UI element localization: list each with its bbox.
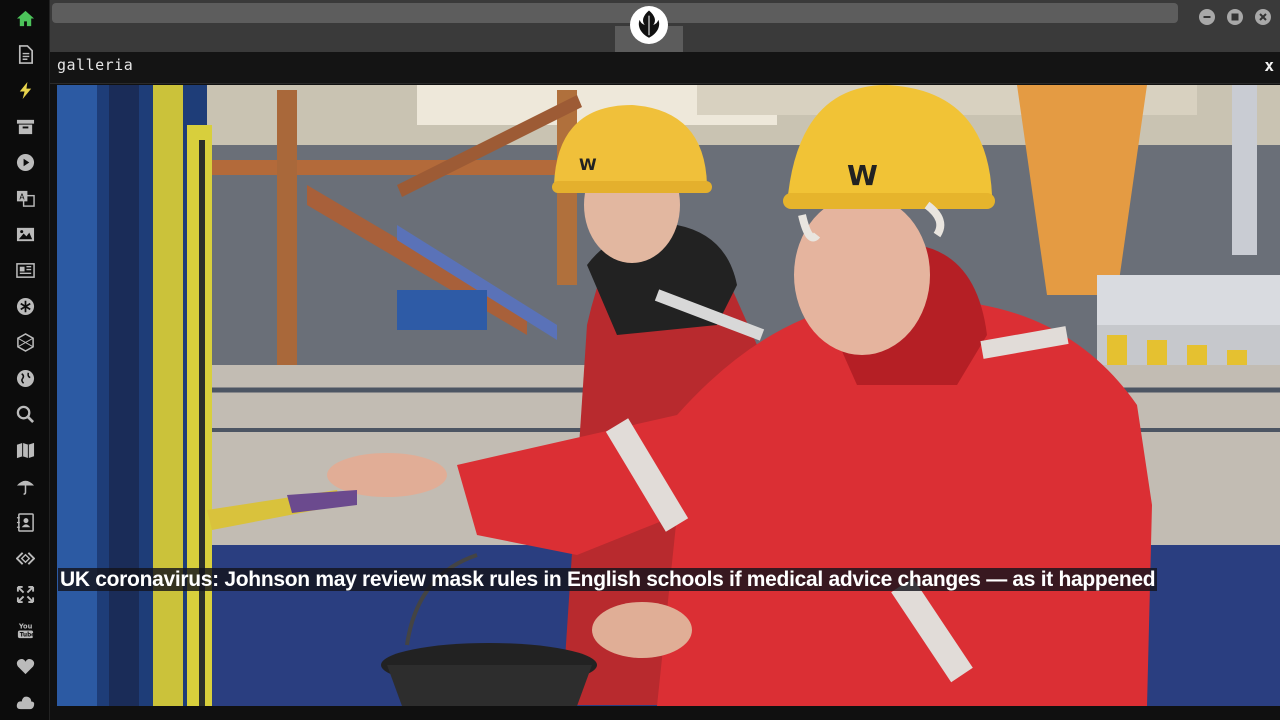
sidebar: A You Tube xyxy=(0,0,50,720)
newspaper-icon[interactable] xyxy=(12,257,38,283)
panel-title: galleria xyxy=(57,56,134,74)
minimize-icon[interactable] xyxy=(1199,9,1215,25)
map-icon[interactable] xyxy=(12,437,38,463)
play-icon[interactable] xyxy=(12,149,38,175)
document-icon[interactable] xyxy=(12,41,38,67)
maximize-icon[interactable] xyxy=(1227,9,1243,25)
gallery-caption-text: UK coronavirus: Johnson may review mask … xyxy=(58,568,1158,591)
svg-text:W: W xyxy=(847,159,878,192)
heart-icon[interactable] xyxy=(12,653,38,679)
panel-header: galleria x xyxy=(50,52,1280,84)
rebel-alliance-icon[interactable] xyxy=(630,6,668,44)
archive-icon[interactable] xyxy=(12,113,38,139)
gallery-image[interactable]: W W UK coronavirus: Johnson may review m… xyxy=(57,85,1280,706)
gallery-photo: W W xyxy=(57,85,1280,706)
youtube-icon[interactable]: You Tube xyxy=(12,617,38,643)
hexagon-icon[interactable] xyxy=(12,329,38,355)
umbrella-icon[interactable] xyxy=(12,473,38,499)
top-bar xyxy=(50,0,1280,52)
search-icon[interactable] xyxy=(12,401,38,427)
contact-icon[interactable] xyxy=(12,509,38,535)
expand-icon[interactable] xyxy=(12,581,38,607)
translate-icon[interactable]: A xyxy=(12,185,38,211)
svg-text:A: A xyxy=(19,192,25,201)
code-icon[interactable] xyxy=(12,545,38,571)
svg-text:Tube: Tube xyxy=(19,632,34,638)
svg-text:W: W xyxy=(579,155,597,174)
image-icon[interactable] xyxy=(12,221,38,247)
home-icon[interactable] xyxy=(12,5,38,31)
bottom-strip xyxy=(50,706,1280,720)
asterisk-icon[interactable] xyxy=(12,293,38,319)
address-bar[interactable] xyxy=(52,3,1178,23)
svg-text:You: You xyxy=(17,622,32,630)
lightning-icon[interactable] xyxy=(12,77,38,103)
close-icon[interactable] xyxy=(1255,9,1271,25)
gallery-caption: UK coronavirus: Johnson may review mask … xyxy=(58,557,1158,602)
panel-close-button[interactable]: x xyxy=(1264,56,1274,75)
globe-icon[interactable] xyxy=(12,365,38,391)
cloud-icon[interactable] xyxy=(12,689,38,715)
